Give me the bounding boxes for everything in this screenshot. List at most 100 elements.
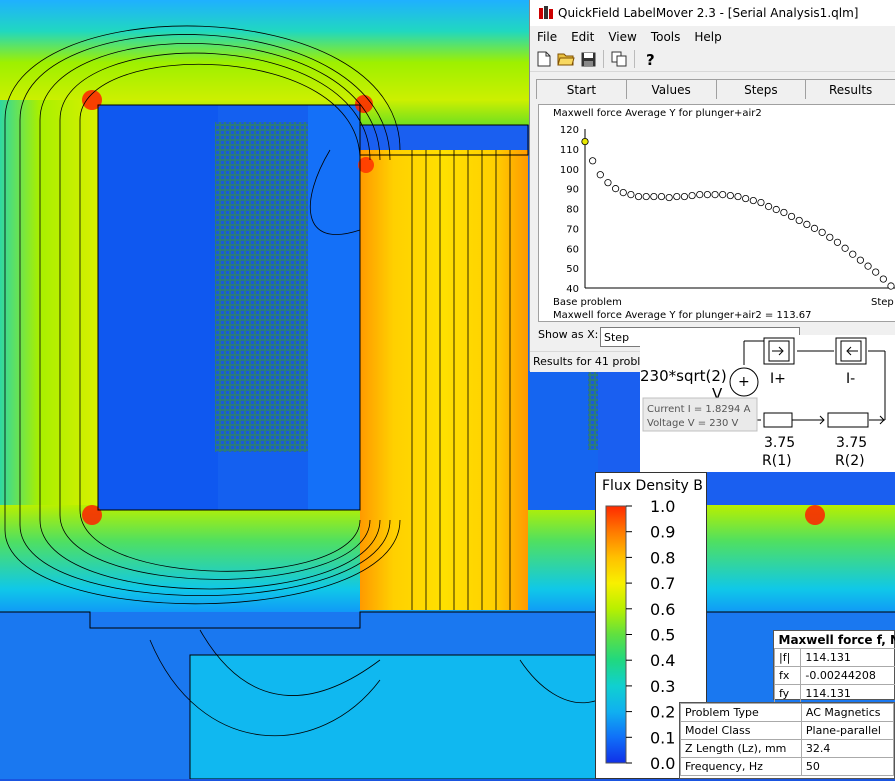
data-point[interactable] xyxy=(635,193,641,199)
legend-tick-label: 0.1 xyxy=(650,728,675,747)
copy-icon[interactable] xyxy=(609,49,629,69)
data-point[interactable] xyxy=(689,192,695,198)
data-point[interactable] xyxy=(674,193,680,199)
data-point[interactable] xyxy=(827,234,833,240)
data-point[interactable] xyxy=(865,263,871,269)
y-tick-label: 50 xyxy=(566,264,579,275)
legend-tick-label: 1.0 xyxy=(650,497,675,516)
chart-panel: Maxwell force Average Y for plunger+air2… xyxy=(538,104,895,322)
tab-strip: Start Values Steps Results xyxy=(530,77,895,99)
data-point[interactable] xyxy=(834,239,840,245)
data-point[interactable] xyxy=(788,213,794,219)
labelmover-window: QuickField LabelMover 2.3 - [Serial Anal… xyxy=(529,0,895,371)
y-tick-label: 100 xyxy=(560,165,579,176)
save-icon[interactable] xyxy=(578,49,598,69)
data-point[interactable] xyxy=(773,206,779,212)
data-point[interactable] xyxy=(658,193,664,199)
legend-color-bar xyxy=(606,506,626,763)
menu-file[interactable]: File xyxy=(530,30,564,44)
data-point[interactable] xyxy=(804,221,810,227)
terminal-minus-box[interactable] xyxy=(836,338,866,364)
data-point[interactable] xyxy=(765,203,771,209)
menu-help[interactable]: Help xyxy=(687,30,728,44)
help-icon[interactable]: ? xyxy=(640,49,660,69)
y-tick-label: 60 xyxy=(566,244,579,255)
data-point[interactable] xyxy=(750,197,756,203)
r2-name: R(2) xyxy=(835,453,865,469)
legend-tick-label: 0.4 xyxy=(650,651,675,670)
data-point[interactable] xyxy=(582,138,588,144)
data-point[interactable] xyxy=(704,191,710,197)
data-point[interactable] xyxy=(651,193,657,199)
prop-label: Problem Type xyxy=(681,704,802,722)
data-point[interactable] xyxy=(857,257,863,263)
legend-tick-label: 0.2 xyxy=(650,703,675,722)
menu-view[interactable]: View xyxy=(601,30,643,44)
prop-value: 32.4 xyxy=(801,740,893,758)
voltage-source[interactable]: + xyxy=(730,368,758,396)
data-point[interactable] xyxy=(712,191,718,197)
data-point[interactable] xyxy=(796,217,802,223)
menu-edit[interactable]: Edit xyxy=(564,30,601,44)
current-readout: Current I = 1.8294 A xyxy=(647,404,751,415)
tab-steps[interactable]: Steps xyxy=(716,79,807,99)
data-point[interactable] xyxy=(643,193,649,199)
tab-values[interactable]: Values xyxy=(626,79,717,99)
data-point[interactable] xyxy=(589,158,595,164)
data-point[interactable] xyxy=(781,209,787,215)
data-point[interactable] xyxy=(666,194,672,200)
data-point[interactable] xyxy=(850,251,856,257)
data-point[interactable] xyxy=(597,172,603,178)
x-label-left: Base problem xyxy=(553,297,622,308)
data-point[interactable] xyxy=(742,195,748,201)
data-point[interactable] xyxy=(612,185,618,191)
tab-results[interactable]: Results xyxy=(805,79,895,99)
legend-tick-label: 0.7 xyxy=(650,574,675,593)
data-point[interactable] xyxy=(727,192,733,198)
data-point[interactable] xyxy=(811,225,817,231)
data-point[interactable] xyxy=(888,283,894,289)
y-tick-label: 40 xyxy=(566,284,579,295)
data-point[interactable] xyxy=(620,189,626,195)
prop-label: Model Class xyxy=(681,722,802,740)
data-point[interactable] xyxy=(681,193,687,199)
prop-value: Plane-parallel xyxy=(801,722,893,740)
svg-text:?: ? xyxy=(646,51,655,67)
toolbar: ? xyxy=(530,47,895,72)
status-bar: Results for 41 proble xyxy=(530,351,643,372)
r1-name: R(1) xyxy=(762,453,792,469)
y-tick-label: 80 xyxy=(566,205,579,216)
y-tick-label: 70 xyxy=(566,224,579,235)
data-point[interactable] xyxy=(605,179,611,185)
open-folder-icon[interactable] xyxy=(556,49,576,69)
terminal-plus-box[interactable] xyxy=(764,338,794,364)
data-point[interactable] xyxy=(758,199,764,205)
resistor-r1[interactable] xyxy=(764,413,792,427)
data-point[interactable] xyxy=(628,191,634,197)
prop-label: Z Length (Lz), mm xyxy=(681,740,802,758)
legend-tick-label: 0.0 xyxy=(650,754,675,773)
svg-text:+: + xyxy=(738,374,750,390)
terminal-plus-label: I+ xyxy=(770,371,786,387)
data-point[interactable] xyxy=(880,276,886,282)
data-point[interactable] xyxy=(819,229,825,235)
toolbar-separator xyxy=(603,50,604,68)
voltage-readout: Voltage V = 230 V xyxy=(647,418,739,429)
new-file-icon[interactable] xyxy=(534,49,554,69)
force-value-fy: 114.131 xyxy=(801,685,895,703)
resistor-r2[interactable] xyxy=(828,413,868,427)
x-label-right: Step xyxy=(871,297,894,308)
data-point[interactable] xyxy=(873,269,879,275)
force-value-fx: -0.00244208 xyxy=(801,667,895,685)
title-bar[interactable]: QuickField LabelMover 2.3 - [Serial Anal… xyxy=(530,0,895,26)
menu-bar: File Edit View Tools Help xyxy=(530,26,895,47)
y-tick-label: 90 xyxy=(566,185,579,196)
data-point[interactable] xyxy=(735,193,741,199)
data-point[interactable] xyxy=(720,191,726,197)
data-point[interactable] xyxy=(697,191,703,197)
menu-tools[interactable]: Tools xyxy=(644,30,688,44)
prop-label: Frequency, Hz xyxy=(681,758,802,776)
data-point[interactable] xyxy=(842,245,848,251)
tab-start[interactable]: Start xyxy=(536,79,627,99)
r1-value: 3.75 xyxy=(764,435,795,451)
